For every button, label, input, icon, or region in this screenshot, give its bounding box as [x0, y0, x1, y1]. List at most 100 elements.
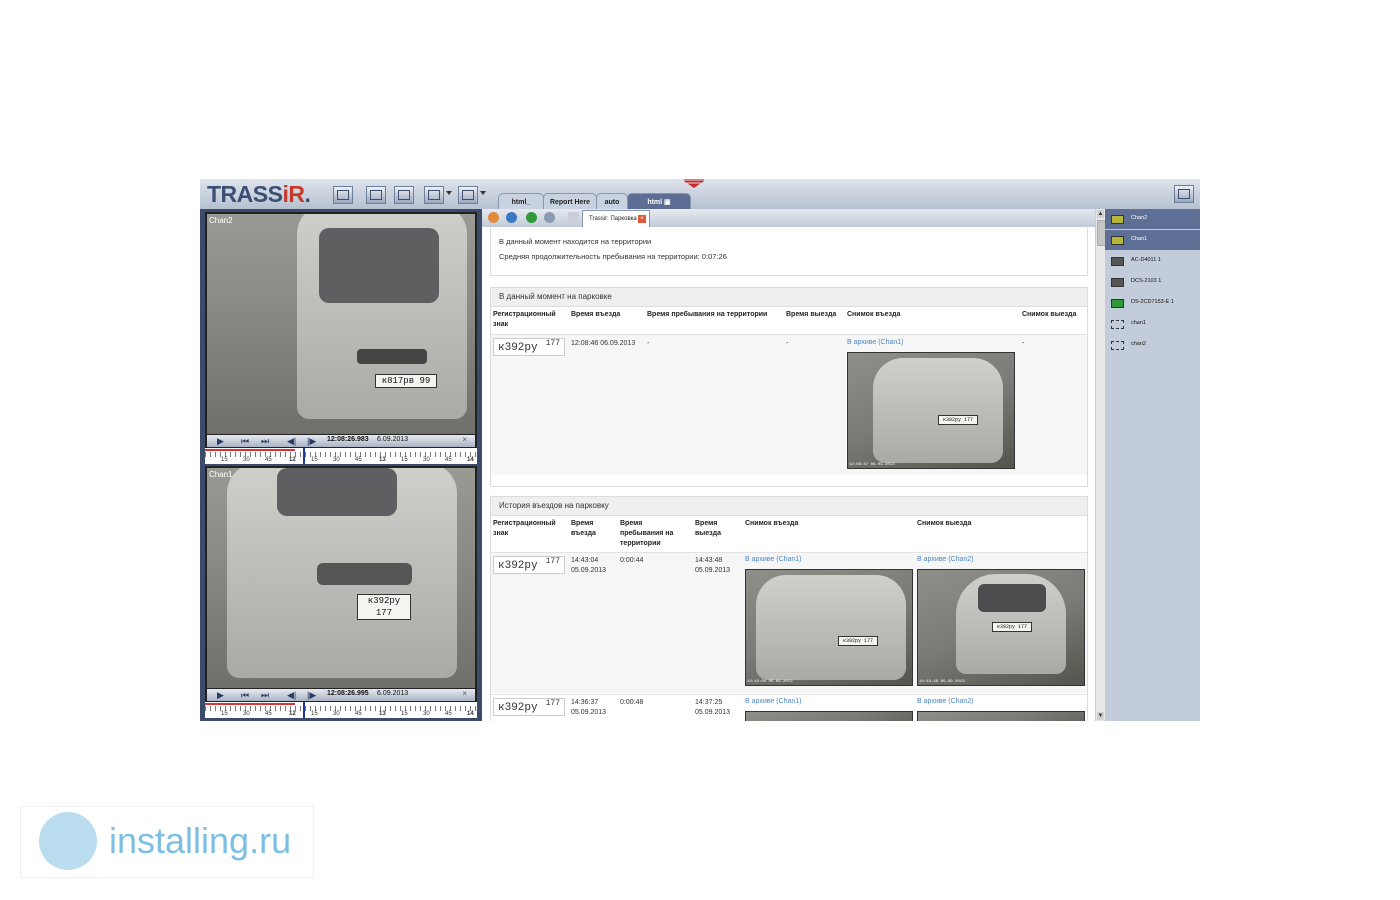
camera-placeholder-icon: [1111, 341, 1124, 350]
tools-dropdown-arrow[interactable]: [446, 191, 452, 195]
red-indicator-icon: [684, 179, 704, 188]
exit-snapshot[interactable]: [917, 711, 1085, 721]
playback-date: 6.09.2013: [377, 690, 409, 697]
camera-label: Chan2: [209, 216, 233, 225]
camera-view-chan2[interactable]: Chan2 к817рв 99 ▶ ⏮ ⏭ ◀| |▶ 12:08:26.983…: [205, 212, 477, 464]
video-feed[interactable]: Chan2 к817рв 99: [207, 214, 475, 434]
table-row: к392ру 177 12:08:46 06.09.2013 - - В архи…: [491, 335, 1087, 475]
grid-dropdown-arrow[interactable]: [480, 191, 486, 195]
summary-average: Средняя продолжительность пребывания на …: [499, 252, 727, 261]
camera-icon: [1111, 299, 1124, 308]
camera-icon: [1111, 236, 1124, 245]
plate-number: к392ру 177: [493, 556, 565, 574]
camera-icon: [1111, 215, 1124, 224]
section-title: История въездов на парковку: [491, 497, 1087, 516]
archive-link-exit[interactable]: В архиве (Chan2): [917, 698, 974, 705]
video-feed[interactable]: Chan1 к392ру 177: [207, 468, 475, 688]
channel-item-chan1[interactable]: Chan1: [1105, 230, 1200, 250]
archive-link-entry[interactable]: В архиве (Chan1): [745, 556, 802, 563]
timeline-cursor[interactable]: [303, 448, 305, 464]
frame-forward-icon[interactable]: |▶: [307, 437, 316, 446]
close-icon[interactable]: ×: [462, 689, 467, 698]
entry-snapshot[interactable]: к392ру 177 14:43:04 05.09.2013: [745, 569, 913, 686]
web-report-panel: Trassir: Парковка × В данный момент наход…: [482, 209, 1105, 721]
license-plate: к817рв 99: [375, 374, 437, 388]
playback-controls: ▶ ⏮ ⏭ ◀| |▶ 12:08:26.995 6.09.2013 ×: [207, 689, 475, 701]
camera-view-chan1[interactable]: Chan1 к392ру 177 ▶ ⏮ ⏭ ◀| |▶ 12:08:26.99…: [205, 466, 477, 718]
tab-html-underscore[interactable]: html_: [498, 193, 544, 210]
layout-icon[interactable]: [333, 186, 353, 204]
table-row: к392ру 177 14:36:37 05.09.2013 0:00:48 14…: [491, 695, 1087, 721]
fullscreen-icon[interactable]: [1174, 185, 1194, 203]
playback-date: 6.09.2013: [377, 436, 409, 443]
grid-icon[interactable]: [458, 186, 478, 204]
channel-item-chan2-offline[interactable]: chan2: [1105, 335, 1200, 355]
edit-icon[interactable]: [366, 186, 386, 204]
watermark-text: installing.ru: [109, 820, 292, 861]
channel-item-dcs-2103[interactable]: DCS-2103 1: [1105, 272, 1200, 292]
scroll-down-icon[interactable]: ▼: [1097, 712, 1104, 720]
tab-html[interactable]: html ▣: [627, 193, 691, 210]
archive-link-entry[interactable]: В архиве (Chan1): [745, 698, 802, 705]
license-plate: к392ру 177: [357, 594, 411, 620]
timeline-cursor[interactable]: [303, 702, 305, 718]
frame-back-icon[interactable]: ◀|: [287, 437, 296, 446]
exit-snapshot[interactable]: к392ру 177 14:43:48 05.09.2013: [917, 569, 1085, 686]
back-icon[interactable]: [526, 212, 537, 223]
frame-forward-icon[interactable]: |▶: [307, 691, 316, 700]
section-title: В данный момент на парковке: [491, 288, 1087, 307]
channel-item-chan1-offline[interactable]: chan1: [1105, 314, 1200, 334]
camera-placeholder-icon: [1111, 320, 1124, 329]
trassir-window: TRASSiR. html_ Report Here auto html ▣ C…: [200, 179, 1200, 721]
archive-link[interactable]: В архиве (Chan1): [847, 339, 904, 346]
watermark: installing.ru: [20, 806, 314, 878]
document-icon[interactable]: [394, 186, 414, 204]
browser-navbar: Trassir: Парковка ×: [482, 209, 1105, 227]
playback-time: 12:08:26.995: [327, 690, 369, 697]
forward-icon[interactable]: [544, 212, 555, 223]
refresh-icon[interactable]: [506, 212, 517, 223]
video-pane: Chan2 к817рв 99 ▶ ⏮ ⏭ ◀| |▶ 12:08:26.983…: [200, 209, 482, 721]
summary-current: В данный момент находится на территории: [499, 237, 652, 246]
close-tab-icon[interactable]: ×: [638, 215, 646, 223]
tab-report-here[interactable]: Report Here: [543, 193, 597, 210]
archive-link-exit[interactable]: В архиве (Chan2): [917, 556, 974, 563]
home-icon[interactable]: [488, 212, 499, 223]
camera-icon: [1111, 257, 1124, 266]
entry-snapshot[interactable]: [745, 711, 913, 721]
playback-controls: ▶ ⏮ ⏭ ◀| |▶ 12:08:26.983 6.09.2013 ×: [207, 435, 475, 447]
history-box: История въездов на парковку Регистрацион…: [490, 496, 1088, 721]
timeline-scale[interactable]: 15 30 45 12 15 30 45 13 15 30 45 14: [205, 702, 477, 718]
summary-box: В данный момент находится на территории …: [490, 227, 1088, 276]
play-icon[interactable]: ▶: [217, 691, 224, 700]
channel-item-ds-2cd7153[interactable]: DS-2CD7153-E 1: [1105, 293, 1200, 313]
plate-number: к392ру 177: [493, 698, 565, 716]
skip-forward-icon[interactable]: ⏭: [261, 691, 269, 700]
play-icon[interactable]: ▶: [217, 437, 224, 446]
trassir-logo: TRASSiR.: [207, 181, 311, 207]
timeline-scale[interactable]: 15 30 45 12 15 30 45 13 15 30 45 14: [205, 448, 477, 464]
channel-item-chan2[interactable]: Chan2: [1105, 209, 1200, 229]
channel-item-ac-d4011[interactable]: AC-D4011 1: [1105, 251, 1200, 271]
skip-back-icon[interactable]: ⏮: [241, 437, 249, 446]
camera-icon: [1111, 278, 1124, 287]
new-tab-icon[interactable]: [568, 212, 579, 223]
skip-forward-icon[interactable]: ⏭: [261, 437, 269, 446]
tab-trassir-parking[interactable]: Trassir: Парковка ×: [582, 210, 650, 227]
frame-back-icon[interactable]: ◀|: [287, 691, 296, 700]
scroll-up-icon[interactable]: ▲: [1097, 210, 1104, 218]
tab-auto[interactable]: auto: [596, 193, 628, 210]
plate-number: к392ру 177: [493, 338, 565, 356]
channel-list: Chan2 Chan1 AC-D4011 1 DCS-2103 1 DS-2CD…: [1105, 209, 1200, 721]
watermark-logo-icon: [39, 812, 97, 870]
camera-label: Chan1: [209, 470, 233, 479]
entry-snapshot[interactable]: к392ру 177 12:08:47 06.09.2013: [847, 352, 1015, 469]
skip-back-icon[interactable]: ⏮: [241, 691, 249, 700]
playback-time: 12:08:26.983: [327, 436, 369, 443]
top-toolbar: TRASSiR. html_ Report Here auto html ▣: [200, 179, 1200, 210]
table-row: к392ру 177 14:43:04 05.09.2013 0:00:44 14…: [491, 553, 1087, 693]
current-parking-box: В данный момент на парковке Регистрацион…: [490, 287, 1088, 487]
tab-close-icon[interactable]: ▣: [664, 199, 671, 206]
tools-icon[interactable]: [424, 186, 444, 204]
close-icon[interactable]: ×: [462, 435, 467, 444]
